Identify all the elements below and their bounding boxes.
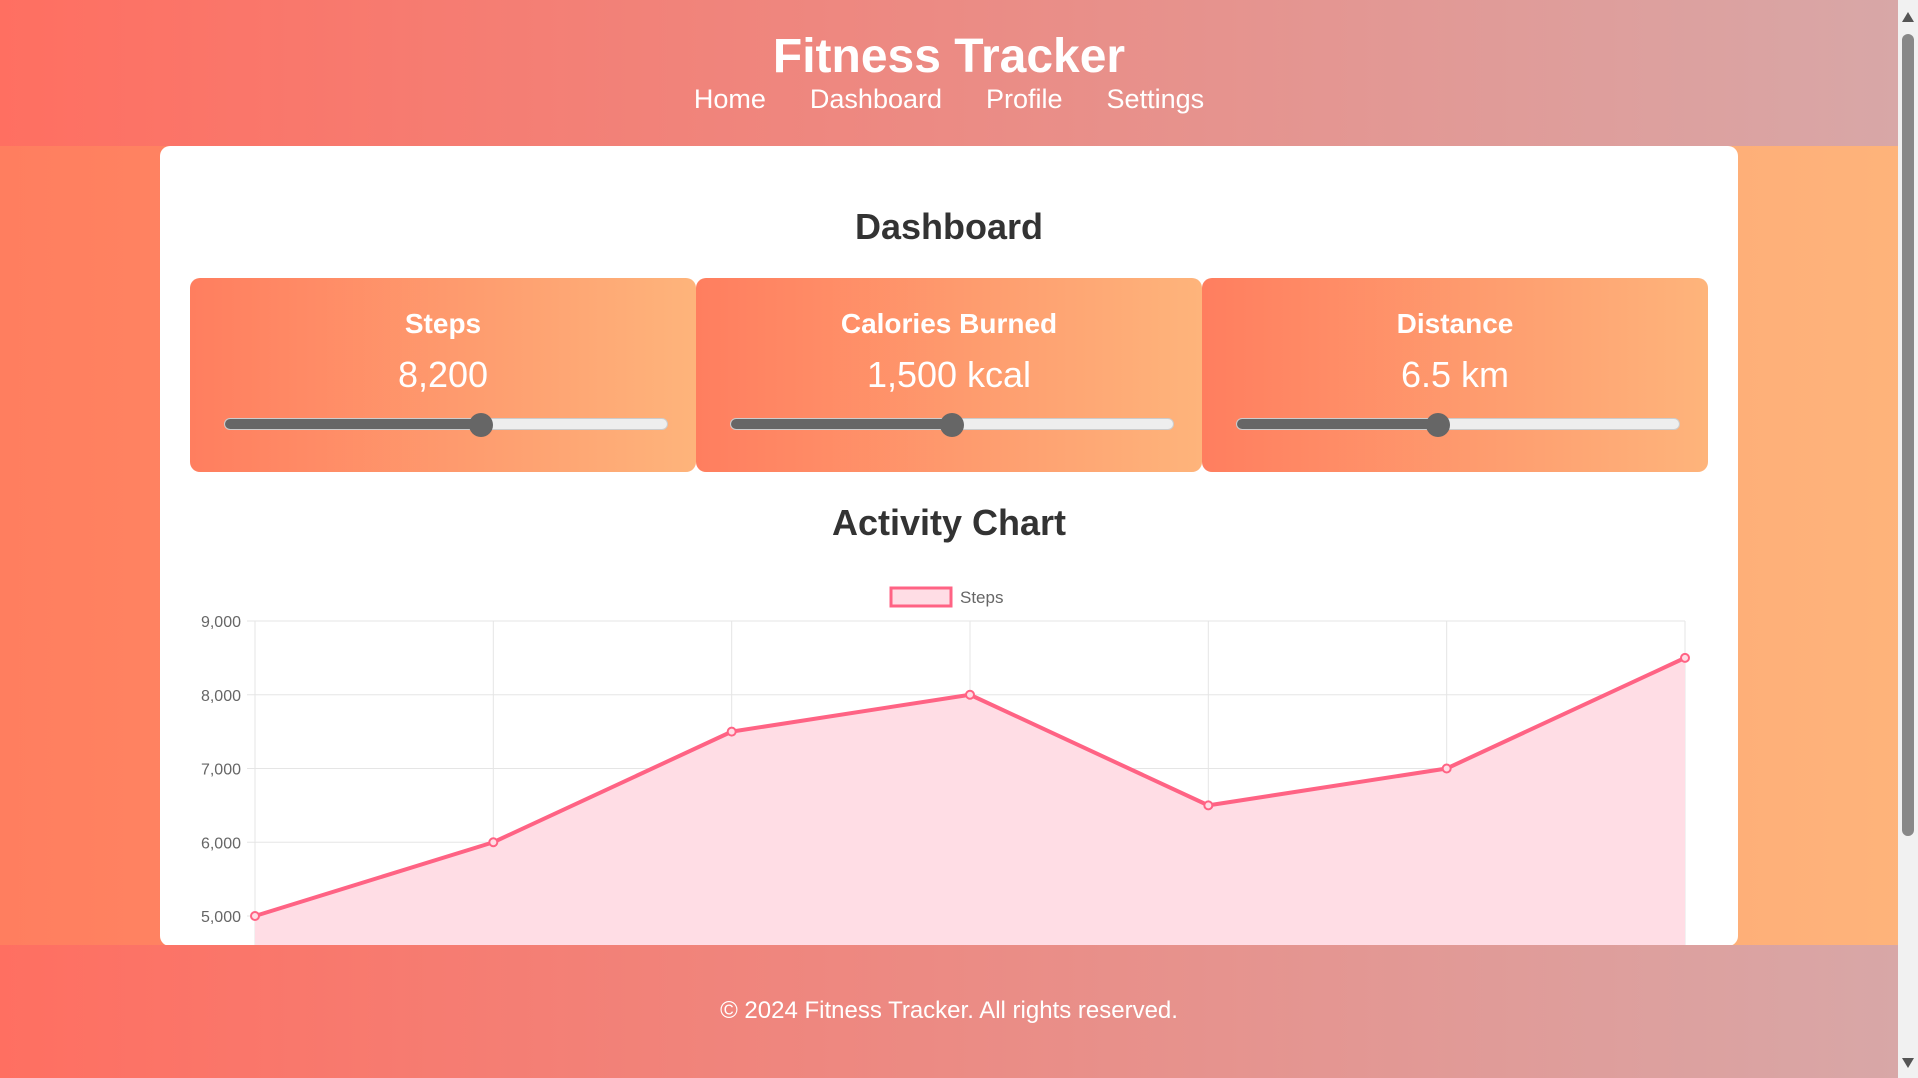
scroll-thumb[interactable] xyxy=(1902,34,1914,836)
steps-point xyxy=(488,837,499,848)
steps-point xyxy=(1203,800,1214,811)
steps-point xyxy=(1441,763,1452,774)
y-tick-label: 7,000 xyxy=(201,762,241,779)
site-footer: © 2024 Fitness Tracker. All rights reser… xyxy=(0,945,1898,1078)
footer-text: © 2024 Fitness Tracker. All rights reser… xyxy=(720,997,1178,1024)
nav-link-settings[interactable]: Settings xyxy=(1107,82,1205,116)
scroll-down-arrow-icon[interactable] xyxy=(1902,1058,1914,1068)
main-nav: Home Dashboard Profile Settings xyxy=(0,82,1898,116)
steps-area xyxy=(255,657,1685,946)
scroll-up-arrow-icon[interactable] xyxy=(1902,12,1914,22)
steps-point xyxy=(726,726,737,737)
site-title: Fitness Tracker xyxy=(772,30,1126,83)
steps-point xyxy=(965,689,975,700)
y-tick-label: 8,000 xyxy=(201,688,241,705)
activity-chart: 9,000 8,000 7,000 6,000 5,000 Steps xyxy=(201,586,1690,946)
nav-link-dashboard[interactable]: Dashboard xyxy=(810,82,942,116)
page-scrollbar[interactable] xyxy=(1898,0,1918,1078)
y-tick-label: 9,000 xyxy=(201,614,241,631)
steps-point xyxy=(250,911,260,921)
legend-swatch xyxy=(889,586,953,608)
main-container: Dashboard Steps 8,200 Calories Burned 1,… xyxy=(160,146,1738,946)
y-tick-label: 6,000 xyxy=(201,835,241,852)
legend-label: Steps xyxy=(960,588,1003,607)
y-tick-label: 5,000 xyxy=(201,909,241,926)
steps-point xyxy=(1680,652,1690,663)
nav-link-home[interactable]: Home xyxy=(694,82,766,116)
nav-link-profile[interactable]: Profile xyxy=(986,82,1063,116)
site-header: Fitness Tracker Home Dashboard Profile S… xyxy=(0,0,1898,146)
